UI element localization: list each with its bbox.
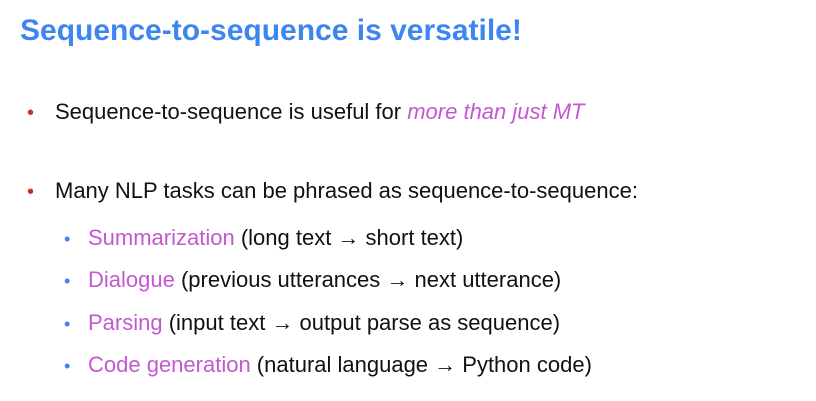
sub-bullet-term: Summarization	[88, 225, 235, 250]
sub-bullet-marker: •	[64, 356, 71, 376]
sub-bullet-desc: (long text → short text)	[234, 225, 464, 250]
bullet-item-useful: • Sequence-to-sequence is useful for more…	[27, 99, 585, 124]
sub-bullet-desc: (natural language → Python code)	[250, 352, 592, 377]
sub-bullet-summarization: • Summarization (long text → short text)	[64, 227, 463, 249]
sub-bullet-desc: (input text → output parse as sequence)	[162, 310, 561, 335]
sub-bullet-term: Code generation	[88, 352, 251, 377]
sub-bullet-term: Dialogue	[88, 267, 175, 292]
sub-bullet-desc: (previous utterances → next utterance)	[174, 267, 562, 292]
sub-bullet-marker: •	[64, 229, 71, 249]
sub-bullet-dialogue: • Dialogue (previous utterances → next ut…	[64, 269, 561, 291]
bullet-text: Sequence-to-sequence is useful for	[55, 99, 408, 124]
bullet-marker: •	[27, 181, 35, 203]
bullet-list: • Sequence-to-sequence is useful for more…	[0, 0, 816, 401]
bullet-item-tasks: • Many NLP tasks can be phrased as sequen…	[27, 178, 638, 203]
slide: Sequence-to-sequence is versatile! • Sequ…	[0, 0, 816, 401]
bullet-marker: •	[27, 102, 35, 124]
sub-bullet-marker: •	[64, 271, 71, 291]
sub-bullet-marker: •	[64, 314, 71, 334]
bullet-text: Many NLP tasks can be phrased as sequenc…	[55, 178, 638, 203]
sub-bullet-code-generation: • Code generation (natural language → Pyt…	[64, 354, 592, 376]
sub-bullet-term: Parsing	[88, 310, 163, 335]
bullet-emphasis: more than just MT	[407, 99, 585, 124]
sub-bullet-parsing: • Parsing (input text → output parse as s…	[64, 312, 560, 334]
